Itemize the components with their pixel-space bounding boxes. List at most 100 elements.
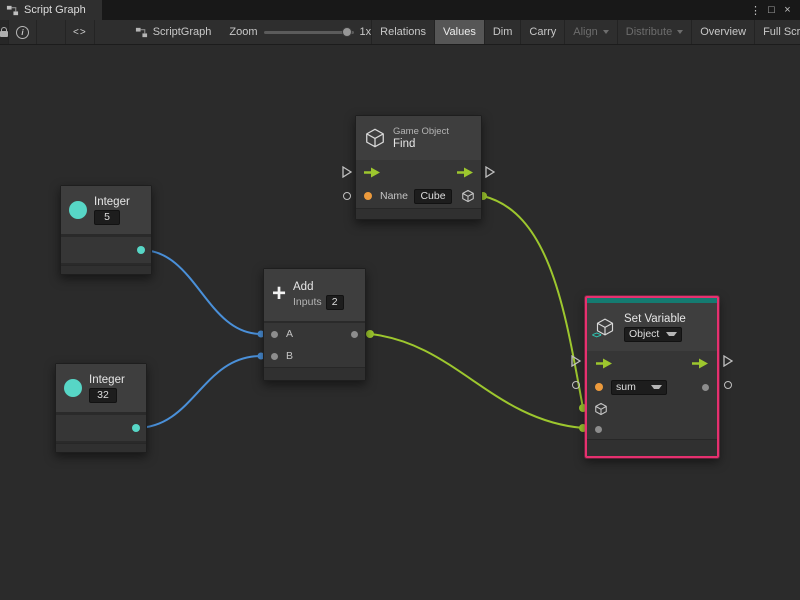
add-node[interactable]: + Add Inputs 2 A B: [263, 268, 366, 381]
integer-icon: [64, 379, 82, 397]
inputs-label: Inputs: [293, 296, 322, 308]
button-label: Carry: [529, 26, 556, 38]
info-button[interactable]: i: [9, 20, 37, 44]
button-label: Distribute: [626, 26, 672, 38]
button-label: Values: [443, 26, 476, 38]
chevron-down-icon: [666, 332, 677, 336]
add-output-port[interactable]: [351, 331, 358, 338]
button-label: Dim: [493, 26, 513, 38]
integer-node-5[interactable]: Integer 5: [60, 185, 152, 275]
variable-name-dropdown[interactable]: sum: [611, 380, 667, 395]
name-value-field[interactable]: Cube: [414, 189, 452, 204]
integer-value-field[interactable]: 32: [89, 388, 117, 403]
value-input-port-external[interactable]: [572, 381, 580, 389]
integer-output-port[interactable]: [137, 246, 145, 254]
distribute-button[interactable]: Distribute: [617, 20, 691, 44]
button-label: Relations: [380, 26, 426, 38]
value-input-port[interactable]: [343, 192, 351, 200]
scope-value: Object: [629, 328, 659, 340]
node-title: Find: [393, 138, 449, 150]
name-label: Name: [380, 190, 408, 202]
node-category: Game Object: [393, 126, 449, 137]
integer-value-field[interactable]: 5: [94, 210, 120, 225]
node-title: Integer: [94, 196, 130, 208]
port-label-b: B: [286, 350, 293, 362]
chevron-down-icon: [677, 30, 683, 34]
zoom-slider[interactable]: [264, 31, 354, 34]
toolbar-buttons: Relations Values Dim Carry Align Distrib…: [371, 20, 800, 44]
graph-name: ScriptGraph: [153, 26, 212, 38]
flow-in-arrow-icon[interactable]: [363, 167, 381, 178]
node-footer: [56, 443, 146, 452]
add-input-b-port[interactable]: [271, 353, 278, 360]
inputs-count-field[interactable]: 2: [326, 295, 344, 310]
variable-name-port[interactable]: [595, 383, 603, 391]
script-graph-icon: [6, 4, 19, 17]
integer-output-port[interactable]: [132, 424, 140, 432]
dim-button[interactable]: Dim: [484, 20, 521, 44]
code-view-button[interactable]: <>: [65, 20, 95, 44]
info-icon: i: [16, 26, 29, 39]
tab-script-graph[interactable]: Script Graph: [0, 0, 102, 20]
node-footer: [356, 208, 481, 219]
integer-icon: [69, 201, 87, 219]
game-object-output-port[interactable]: [461, 189, 475, 203]
variable-output-port[interactable]: [702, 384, 709, 391]
find-node[interactable]: Game Object Find Name Cube: [355, 115, 482, 220]
value-output-port-external[interactable]: [724, 381, 732, 389]
variable-scope-dropdown[interactable]: Object: [624, 327, 682, 342]
chevron-down-icon: [603, 30, 609, 34]
port-label-a: A: [286, 328, 293, 340]
game-object-cube-icon: [364, 127, 386, 149]
button-label: Full Screen: [763, 26, 800, 38]
variable-name-value: sum: [616, 381, 636, 393]
control-output-port[interactable]: [485, 166, 495, 178]
window-controls: ⋮ □ ×: [748, 0, 800, 20]
set-variable-icon: <>: [595, 317, 617, 337]
window-menu-button[interactable]: ⋮: [748, 1, 763, 19]
flow-out-arrow-icon[interactable]: [691, 358, 709, 369]
graph-icon: [135, 26, 148, 39]
flow-in-arrow-icon[interactable]: [595, 358, 613, 369]
node-footer: [587, 439, 717, 456]
object-target-port[interactable]: [594, 402, 608, 416]
integer-node-32[interactable]: Integer 32: [55, 363, 147, 453]
lock-icon: [0, 31, 8, 37]
node-title: Set Variable: [624, 313, 686, 325]
graph-toolbar: i <> ScriptGraph Zoom 1x Relations Value…: [0, 20, 800, 45]
name-input-port[interactable]: [364, 192, 372, 200]
flow-out-arrow-icon[interactable]: [456, 167, 474, 178]
window-close-button[interactable]: ×: [780, 1, 795, 19]
button-label: Align: [573, 26, 597, 38]
node-footer: [61, 265, 151, 274]
code-icon: <>: [73, 27, 87, 38]
relations-button[interactable]: Relations: [371, 20, 434, 44]
lock-button[interactable]: [0, 20, 9, 44]
fullscreen-button[interactable]: Full Screen: [754, 20, 800, 44]
variable-code-icon: <>: [592, 330, 601, 340]
carry-button[interactable]: Carry: [520, 20, 564, 44]
zoom-control: Zoom 1x: [229, 20, 371, 44]
control-output-port[interactable]: [723, 355, 733, 367]
graph-breadcrumb[interactable]: ScriptGraph: [129, 20, 218, 44]
zoom-label: Zoom: [229, 26, 257, 38]
zoom-slider-handle[interactable]: [342, 27, 352, 37]
control-input-port[interactable]: [342, 166, 352, 178]
node-title: Integer: [89, 374, 125, 386]
node-footer: [264, 367, 365, 380]
window-titlebar: Script Graph ⋮ □ ×: [0, 0, 800, 20]
set-variable-node[interactable]: <> Set Variable Object sum: [585, 296, 719, 458]
tab-title: Script Graph: [24, 4, 86, 16]
value-input-port[interactable]: [595, 426, 602, 433]
window-maximize-button[interactable]: □: [764, 1, 779, 19]
add-icon: +: [272, 285, 286, 303]
node-title: Add: [293, 281, 344, 293]
overview-button[interactable]: Overview: [691, 20, 754, 44]
chevron-down-icon: [651, 385, 662, 389]
control-input-port[interactable]: [571, 355, 581, 367]
align-button[interactable]: Align: [564, 20, 616, 44]
values-button[interactable]: Values: [434, 20, 484, 44]
button-label: Overview: [700, 26, 746, 38]
zoom-value: 1x: [360, 26, 372, 38]
add-input-a-port[interactable]: [271, 331, 278, 338]
